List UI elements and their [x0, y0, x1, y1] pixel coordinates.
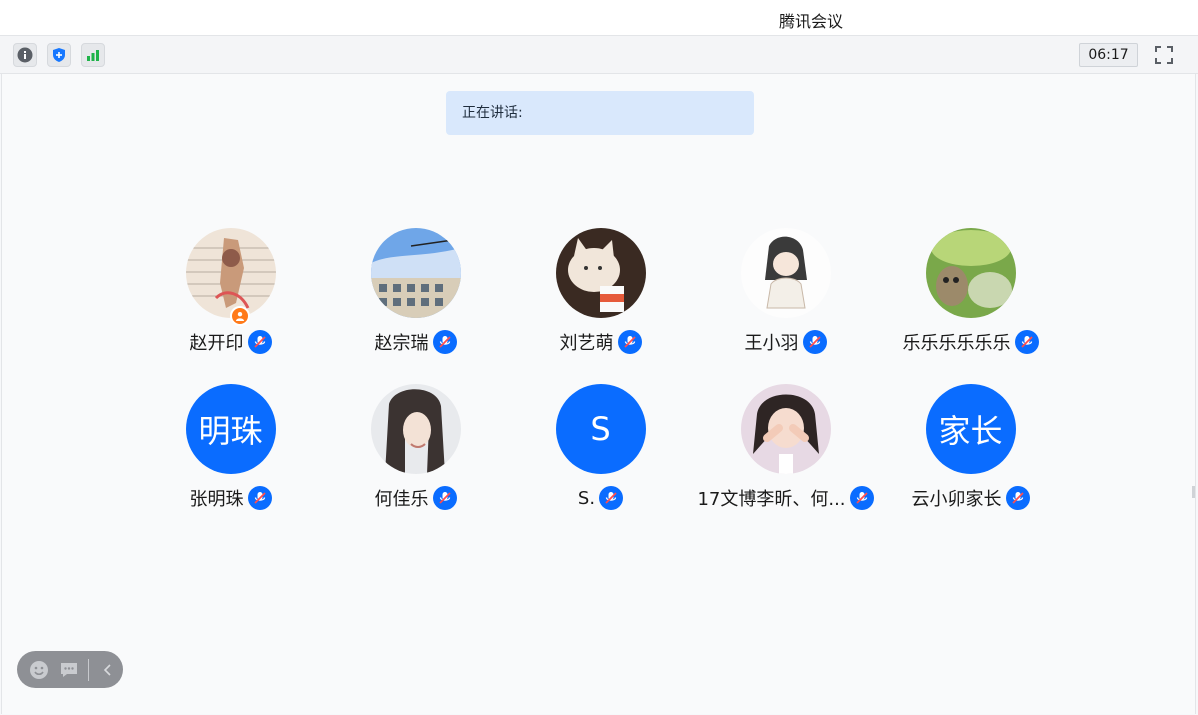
participant-name: 张明珠	[189, 489, 244, 510]
speaking-indicator: 正在讲话:	[446, 91, 754, 135]
avatar	[370, 228, 461, 318]
participant-tile[interactable]: 赵开印	[138, 228, 323, 370]
participant-name: 赵宗瑞	[374, 333, 429, 354]
participant-name: 17文博李昕、何...	[697, 489, 846, 510]
mic-muted-icon	[1005, 486, 1030, 510]
floating-toolbar	[17, 651, 123, 688]
mic-muted-icon	[617, 330, 642, 354]
collapse-icon[interactable]	[97, 659, 119, 681]
participant-name: S.	[577, 487, 596, 509]
participant-tile[interactable]: 何佳乐	[323, 384, 508, 526]
mic-muted-icon	[1014, 330, 1039, 354]
fullscreen-icon[interactable]	[1152, 43, 1176, 67]
participant-area: 正在讲话: 赵开印 赵宗瑞 刘艺萌 王小羽 乐乐乐乐乐乐 明珠 张明珠 何佳乐 …	[1, 74, 1196, 714]
participant-tile[interactable]: 刘艺萌	[508, 228, 693, 370]
mic-muted-icon	[432, 486, 457, 510]
window-title: 腾讯会议	[778, 12, 843, 31]
avatar: 家长	[925, 384, 1016, 474]
chat-icon[interactable]	[58, 659, 80, 681]
mic-muted-icon	[802, 330, 827, 354]
info-icon[interactable]	[13, 43, 37, 67]
meeting-toolbar: 06:17	[0, 36, 1198, 74]
avatar	[370, 384, 461, 474]
mic-muted-icon	[432, 330, 457, 354]
mic-muted-icon	[247, 330, 272, 354]
participant-grid: 赵开印 赵宗瑞 刘艺萌 王小羽 乐乐乐乐乐乐 明珠 张明珠 何佳乐 S S. 1…	[138, 228, 1063, 526]
avatar: S	[555, 384, 646, 474]
participant-name: 云小卯家长	[911, 489, 1002, 510]
shield-icon[interactable]	[47, 43, 71, 67]
mic-muted-icon	[849, 486, 874, 510]
mic-muted-icon	[599, 486, 624, 510]
title-bar: 腾讯会议	[0, 0, 1198, 36]
participant-tile[interactable]: 赵宗瑞	[323, 228, 508, 370]
participant-tile[interactable]: 明珠 张明珠	[138, 384, 323, 526]
emoji-icon[interactable]	[28, 659, 50, 681]
host-icon	[229, 306, 250, 326]
mic-muted-icon	[247, 486, 272, 510]
participant-name: 何佳乐	[374, 489, 429, 510]
avatar: 明珠	[185, 384, 276, 474]
participant-tile[interactable]: 王小羽	[693, 228, 878, 370]
avatar	[925, 228, 1016, 318]
avatar	[740, 228, 831, 318]
participant-name: 乐乐乐乐乐乐	[902, 333, 1011, 354]
avatar	[740, 384, 831, 474]
avatar	[555, 228, 646, 318]
avatar	[185, 228, 276, 326]
signal-icon[interactable]	[81, 43, 105, 67]
participant-tile[interactable]: 家长 云小卯家长	[878, 384, 1063, 526]
participant-tile[interactable]: S S.	[508, 384, 693, 526]
participant-name: 刘艺萌	[559, 333, 614, 354]
participant-name: 王小羽	[744, 333, 799, 354]
meeting-timer: 06:17	[1079, 43, 1138, 67]
participant-tile[interactable]: 乐乐乐乐乐乐	[878, 228, 1063, 370]
participant-name: 赵开印	[189, 333, 244, 354]
toolbar-divider	[88, 658, 89, 681]
participant-tile[interactable]: 17文博李昕、何...	[693, 384, 878, 526]
side-panel-handle[interactable]	[1192, 486, 1195, 498]
